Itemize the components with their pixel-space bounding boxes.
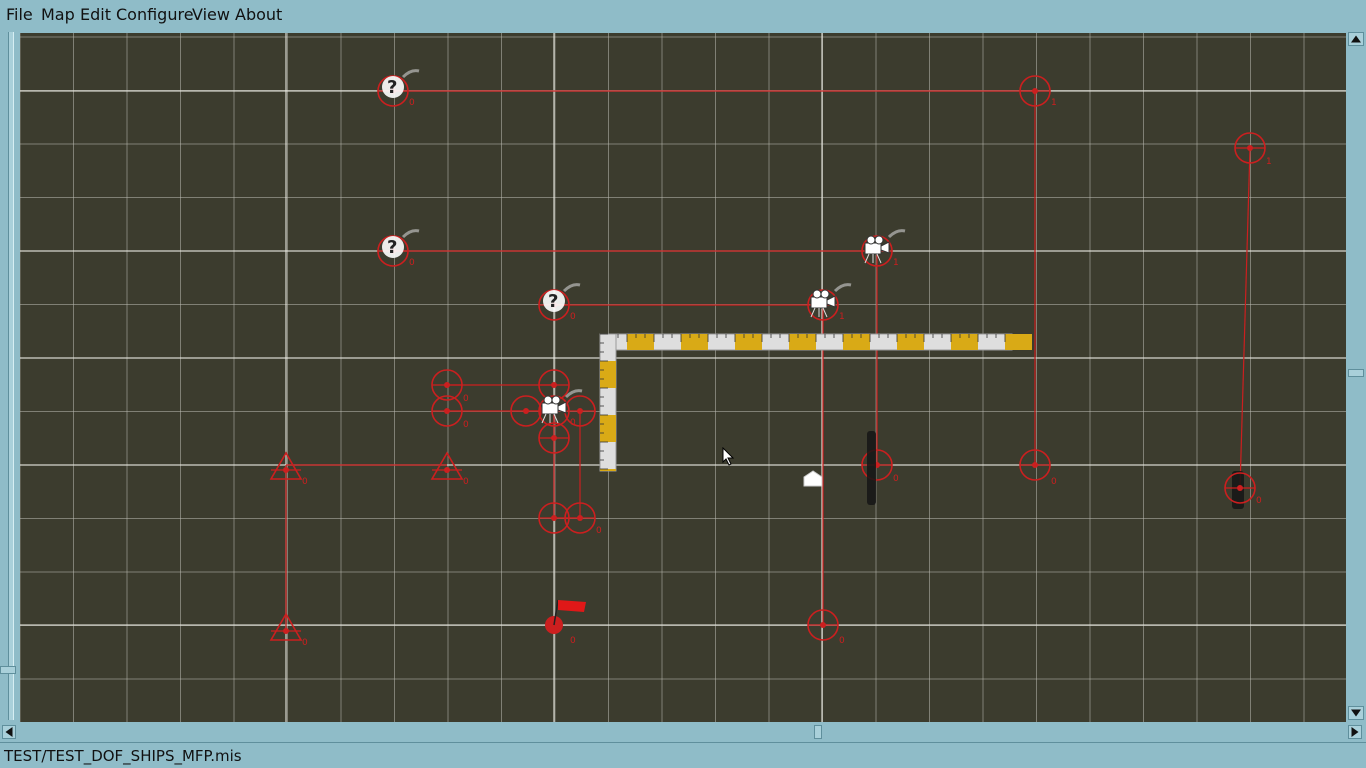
ruler-yellow-band bbox=[600, 361, 616, 388]
left-scroll-rail[interactable] bbox=[0, 30, 20, 722]
waypoint-dot bbox=[1032, 462, 1038, 468]
waypoint-dot bbox=[1247, 145, 1253, 151]
menu-about[interactable]: About bbox=[235, 5, 282, 24]
waypoint-index-label: 1 bbox=[1051, 98, 1057, 108]
camera-reel bbox=[874, 235, 884, 245]
ruler-yellow-band bbox=[897, 334, 924, 350]
vertical-scroll-thumb[interactable] bbox=[1348, 369, 1364, 377]
camera-reel bbox=[543, 395, 553, 405]
waypoint-dot bbox=[577, 408, 583, 414]
waypoint-dot bbox=[551, 515, 557, 521]
waypoint-index-label: 0 bbox=[839, 636, 845, 646]
menu-configure[interactable]: Configure bbox=[116, 5, 194, 24]
question-glyph: ? bbox=[387, 77, 397, 98]
map-svg[interactable]: ? 0? 0? 0 1 0 1 0 0 0 0 0 1 1 0 0 0 0 0 0 bbox=[20, 33, 1346, 722]
camera-reel bbox=[866, 235, 876, 245]
movie-camera-icon bbox=[810, 296, 828, 309]
arrow-down-icon bbox=[1351, 709, 1361, 717]
scroll-down-button[interactable] bbox=[1348, 706, 1364, 720]
waypoint-index-label: 1 bbox=[1266, 157, 1272, 167]
waypoint-dot bbox=[1032, 88, 1038, 94]
scroll-right-button[interactable] bbox=[1348, 725, 1362, 739]
waypoint-index-label: 0 bbox=[596, 526, 602, 536]
camera-reel bbox=[820, 289, 830, 299]
question-glyph: ? bbox=[387, 237, 397, 258]
triangle-dot bbox=[283, 467, 289, 473]
ship-icon[interactable] bbox=[867, 431, 876, 505]
waypoint-index-label: 0 bbox=[1256, 496, 1262, 506]
waypoint-dot bbox=[444, 382, 450, 388]
waypoint-dot bbox=[551, 382, 557, 388]
menu-bar: File Map Edit Configure View About bbox=[0, 0, 1366, 30]
waypoint-index-label: 1 bbox=[839, 312, 845, 322]
camera-reel bbox=[551, 395, 561, 405]
ruler-yellow-band bbox=[681, 334, 708, 350]
ruler-yellow-band bbox=[735, 334, 762, 350]
menu-map[interactable]: Map bbox=[41, 5, 75, 24]
scroll-up-button[interactable] bbox=[1348, 32, 1364, 46]
mission-map-canvas[interactable]: ? 0? 0? 0 1 0 1 0 0 0 0 0 1 1 0 0 0 0 0 0 bbox=[20, 33, 1346, 722]
ruler-yellow-band bbox=[843, 334, 870, 350]
question-glyph: ? bbox=[548, 291, 558, 312]
waypoint-dot bbox=[551, 435, 557, 441]
triangle-dot bbox=[444, 467, 450, 473]
waypoint-index-label: 0 bbox=[893, 474, 899, 484]
waypoint-dot bbox=[444, 408, 450, 414]
ruler-yellow-band bbox=[600, 415, 616, 442]
status-filename: TEST/TEST_DOF_SHIPS_MFP.mis bbox=[4, 747, 242, 765]
ruler-yellow-band bbox=[789, 334, 816, 350]
horizontal-scrollbar[interactable] bbox=[0, 722, 1366, 742]
waypoint-index-label: 0 bbox=[302, 638, 308, 648]
movie-camera-icon bbox=[541, 402, 559, 415]
waypoint-dot bbox=[820, 622, 826, 628]
waypoint-index-label: 1 bbox=[893, 258, 899, 268]
waypoint-index-label: 0 bbox=[570, 636, 576, 646]
scroll-left-button[interactable] bbox=[2, 725, 16, 739]
waypoint-dot bbox=[1237, 485, 1243, 491]
rail-marker[interactable] bbox=[0, 666, 16, 674]
horizontal-scroll-thumb[interactable] bbox=[814, 725, 822, 739]
arrow-up-icon bbox=[1351, 35, 1361, 43]
camera-reel bbox=[812, 289, 822, 299]
ruler-yellow-band bbox=[1005, 334, 1032, 350]
rail-track bbox=[8, 32, 14, 720]
ruler-yellow-band bbox=[627, 334, 654, 350]
vertical-scrollbar[interactable] bbox=[1346, 30, 1366, 722]
ruler-yellow-band bbox=[951, 334, 978, 350]
arrow-left-icon bbox=[5, 727, 13, 737]
mouse-pointer-icon bbox=[722, 447, 735, 466]
menu-edit[interactable]: Edit bbox=[80, 5, 111, 24]
waypoint-index-label: 0 bbox=[463, 394, 469, 404]
triangle-dot bbox=[283, 628, 289, 634]
waypoint-dot bbox=[577, 515, 583, 521]
waypoint-index-label: 0 bbox=[463, 420, 469, 430]
menu-view[interactable]: View bbox=[192, 5, 230, 24]
waypoint-index-label: 0 bbox=[463, 477, 469, 487]
flag-icon bbox=[558, 600, 586, 612]
waypoint-index-label: 0 bbox=[570, 418, 576, 428]
waypoint-index-label: 0 bbox=[409, 258, 415, 268]
waypoint-index-label: 0 bbox=[302, 477, 308, 487]
map-background bbox=[20, 33, 1346, 722]
waypoint-index-label: 0 bbox=[1051, 477, 1057, 487]
menu-file[interactable]: File bbox=[6, 5, 33, 24]
waypoint-dot bbox=[523, 408, 529, 414]
waypoint-index-label: 0 bbox=[409, 98, 415, 108]
status-bar: TEST/TEST_DOF_SHIPS_MFP.mis bbox=[0, 742, 1366, 768]
ruler-vertical[interactable] bbox=[599, 333, 617, 472]
arrow-right-icon bbox=[1351, 727, 1359, 737]
waypoint-index-label: 0 bbox=[570, 312, 576, 322]
movie-camera-icon bbox=[864, 242, 882, 255]
